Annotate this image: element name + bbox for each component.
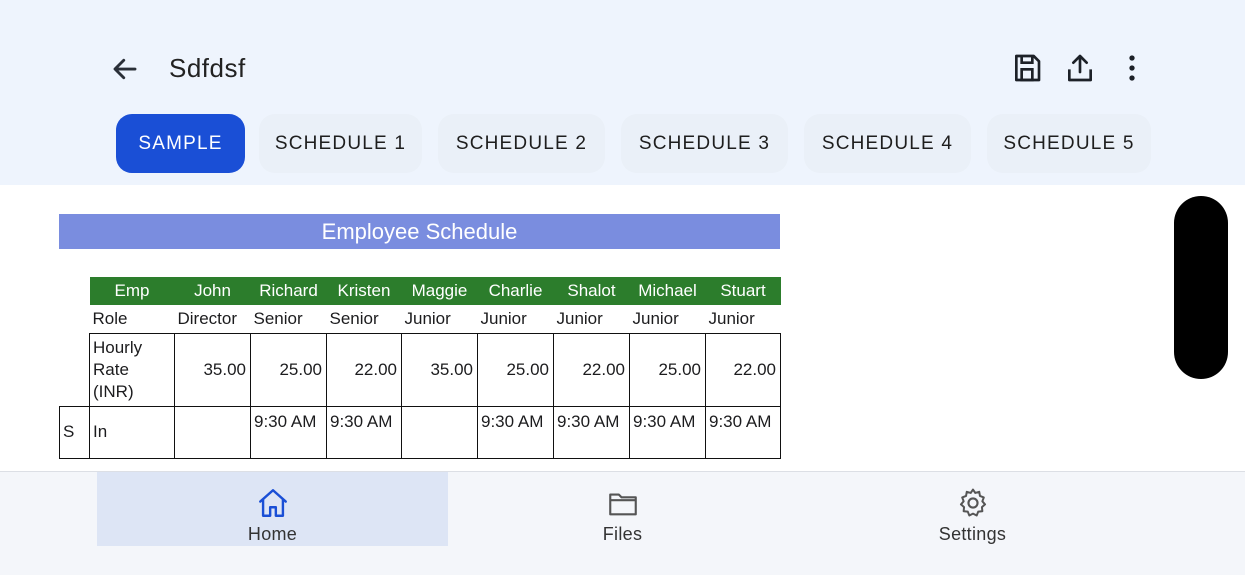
save-icon xyxy=(1015,54,1041,82)
save-button[interactable] xyxy=(1007,48,1047,88)
folder-icon xyxy=(608,493,637,516)
bottom-navigation: Home Files Settings xyxy=(0,471,1245,575)
share-icon xyxy=(1068,54,1092,82)
table-cell[interactable]: 25.00 xyxy=(629,332,706,407)
table-cell[interactable]: Hourly Rate (INR) xyxy=(89,332,175,407)
nav-settings[interactable]: Settings xyxy=(797,472,1148,546)
scrollbar-thumb[interactable] xyxy=(1174,196,1228,379)
spreadsheet-view[interactable]: Employee Schedule Emp John Richard Krist… xyxy=(0,185,1245,471)
table-cell[interactable]: S xyxy=(59,405,90,459)
table-cell[interactable]: Junior xyxy=(630,305,706,333)
table-cell[interactable]: Junior xyxy=(706,305,781,333)
sheet-title: Employee Schedule xyxy=(59,214,780,249)
header-cell[interactable]: Richard xyxy=(250,277,327,305)
header-cell[interactable]: Emp xyxy=(89,277,175,305)
header-cell[interactable]: Maggie xyxy=(401,277,478,305)
share-button[interactable] xyxy=(1060,48,1100,88)
table-cell[interactable]: 9:30 AM xyxy=(705,405,781,459)
header-cell[interactable]: Charlie xyxy=(477,277,554,305)
table-cell[interactable]: Director xyxy=(175,305,251,333)
back-button[interactable] xyxy=(106,50,144,88)
table-cell[interactable]: 9:30 AM xyxy=(326,405,402,459)
table-cell[interactable]: Role xyxy=(90,305,175,333)
nav-files-label: Files xyxy=(602,524,643,544)
gear-icon xyxy=(959,488,986,517)
table-row-rate: Hourly Rate (INR) 35.00 25.00 22.00 35.0… xyxy=(60,332,781,407)
table-cell[interactable]: 25.00 xyxy=(477,332,554,407)
nav-files[interactable]: Files xyxy=(447,472,798,546)
table-cell[interactable]: 22.00 xyxy=(553,332,630,407)
table-cell[interactable]: 35.00 xyxy=(401,332,478,407)
tab-schedule-1[interactable]: SCHEDULE 1 xyxy=(259,114,422,173)
table-cell[interactable]: 22.00 xyxy=(326,332,402,407)
table-cell[interactable]: 35.00 xyxy=(174,332,251,407)
table-cell[interactable]: 9:30 AM xyxy=(250,405,327,459)
nav-settings-label: Settings xyxy=(938,524,1007,544)
header-cell[interactable]: Michael xyxy=(629,277,706,305)
header-cell[interactable]: Shalot xyxy=(553,277,630,305)
schedule-table: Emp John Richard Kristen Maggie Charlie … xyxy=(59,277,781,459)
back-arrow-icon xyxy=(113,58,137,80)
table-cell[interactable]: 22.00 xyxy=(705,332,781,407)
more-vert-icon xyxy=(1129,55,1135,81)
table-cell[interactable]: 9:30 AM xyxy=(477,405,554,459)
tab-schedule-4[interactable]: SCHEDULE 4 xyxy=(804,114,971,173)
nav-home[interactable]: Home xyxy=(97,472,448,546)
table-cell[interactable]: Junior xyxy=(402,305,478,333)
nav-home-label: Home xyxy=(247,524,298,544)
table-cell[interactable]: 25.00 xyxy=(250,332,327,407)
table-row-role: Role Director Senior Senior Junior Junio… xyxy=(60,305,781,333)
home-icon xyxy=(258,489,287,517)
tab-schedule-2[interactable]: SCHEDULE 2 xyxy=(438,114,605,173)
tab-schedule-3[interactable]: SCHEDULE 3 xyxy=(621,114,788,173)
table-cell[interactable]: Junior xyxy=(554,305,630,333)
page-title: Sdfdsf xyxy=(169,53,246,83)
app-header: Sdfdsf SAMPLE SCHEDULE 1 SCHEDULE 2 SCHE… xyxy=(0,0,1245,185)
table-cell[interactable]: 9:30 AM xyxy=(553,405,630,459)
table-cell[interactable]: 9:30 AM xyxy=(629,405,706,459)
table-row-header: Emp John Richard Kristen Maggie Charlie … xyxy=(59,277,781,305)
table-cell[interactable] xyxy=(401,405,478,459)
table-cell[interactable]: Junior xyxy=(478,305,554,333)
table-cell[interactable] xyxy=(174,405,251,459)
table-cell[interactable]: Senior xyxy=(327,305,402,333)
tab-schedule-5[interactable]: SCHEDULE 5 xyxy=(987,114,1151,173)
more-options-button[interactable] xyxy=(1112,48,1152,88)
table-cell[interactable]: Senior xyxy=(251,305,327,333)
header-cell[interactable]: Stuart xyxy=(705,277,781,305)
header-cell[interactable]: John xyxy=(174,277,251,305)
header-cell[interactable]: Kristen xyxy=(326,277,402,305)
table-row-in: S In 9:30 AM 9:30 AM 9:30 AM 9:30 AM 9:3… xyxy=(59,405,781,459)
tab-sample[interactable]: SAMPLE xyxy=(116,114,245,173)
table-cell[interactable]: In xyxy=(89,405,175,459)
